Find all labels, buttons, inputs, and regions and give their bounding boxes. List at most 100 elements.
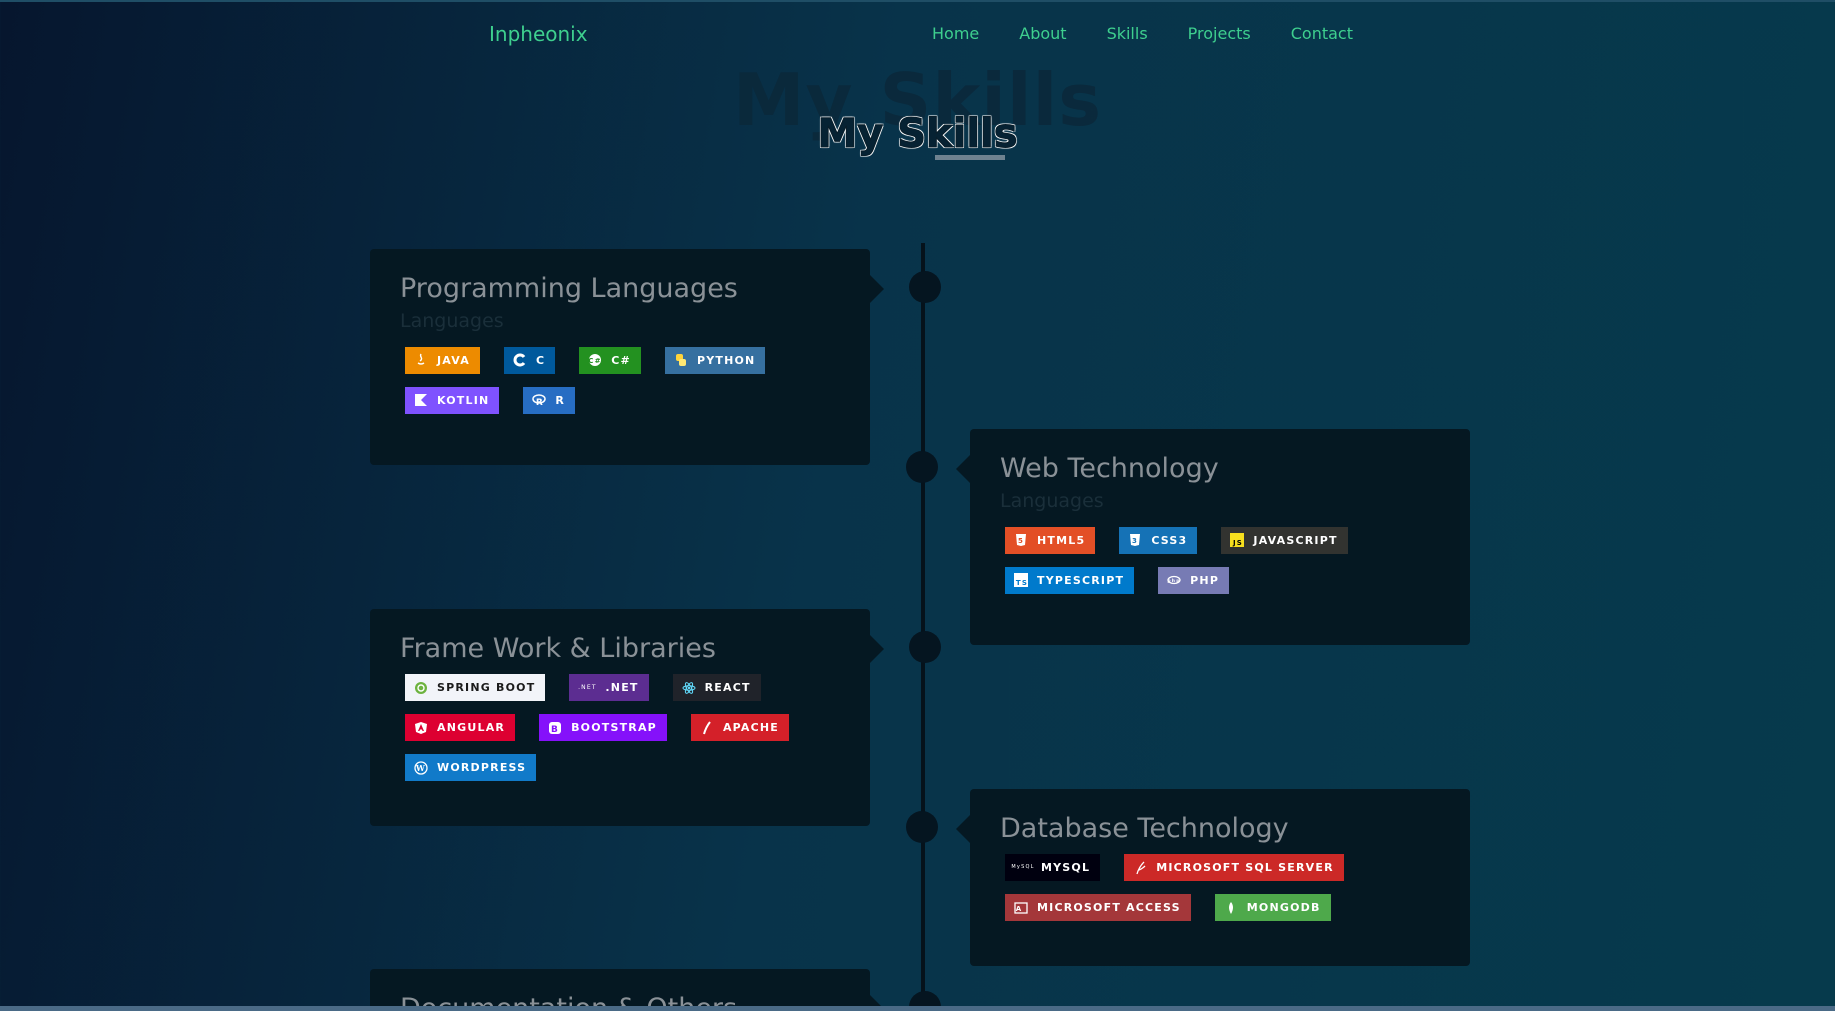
nav-link-projects[interactable]: Projects bbox=[1188, 24, 1251, 43]
timeline-dot bbox=[906, 451, 938, 483]
timeline-dot bbox=[906, 811, 938, 843]
badge-label: REACT bbox=[704, 681, 751, 695]
brand-logo[interactable]: Inpheonix bbox=[489, 22, 588, 46]
badge-java[interactable]: JAVA bbox=[405, 346, 480, 374]
badge-css3[interactable]: 3 CSS3 bbox=[1119, 526, 1198, 554]
apache-icon bbox=[700, 720, 714, 735]
badge-mongodb[interactable]: MONGODB bbox=[1214, 894, 1331, 922]
badge-label: APACHE bbox=[722, 721, 780, 735]
badge-label: PHP bbox=[1190, 573, 1220, 587]
c-icon bbox=[513, 353, 527, 367]
badge-label: MICROSOFT SQL SERVER bbox=[1156, 861, 1334, 875]
badge-label: PYTHON bbox=[696, 353, 756, 367]
nav-link-home[interactable]: Home bbox=[932, 24, 979, 43]
badge-react[interactable]: REACT bbox=[672, 674, 761, 702]
skills-card-web-technology: Web Technology Languages 5 HTML5 3 CSS3 … bbox=[956, 429, 1470, 645]
badge-csharp[interactable]: C# C# bbox=[579, 346, 641, 374]
badge-label: R bbox=[555, 393, 566, 407]
r-icon: R bbox=[532, 393, 547, 407]
badge-kotlin[interactable]: KOTLIN bbox=[405, 386, 500, 414]
badge-list: 5 HTML5 3 CSS3 JS JAVASCRIPT TS TYPESCRI… bbox=[1000, 526, 1440, 607]
badge-label: CSS3 bbox=[1151, 533, 1188, 547]
javascript-icon: JS bbox=[1230, 533, 1245, 548]
skills-card-programming-languages: Programming Languages Languages JAVA C C… bbox=[370, 249, 884, 465]
spring-icon bbox=[414, 681, 428, 695]
nav-link-skills[interactable]: Skills bbox=[1107, 24, 1148, 43]
css3-icon: 3 bbox=[1128, 533, 1142, 547]
sqlserver-icon bbox=[1133, 861, 1147, 875]
badge-dotnet[interactable]: .NET .NET bbox=[569, 674, 649, 702]
svg-text:R: R bbox=[536, 398, 544, 407]
nav-links: Home About Skills Projects Contact bbox=[932, 24, 1393, 43]
badge-wordpress[interactable]: W WORDPRESS bbox=[405, 754, 537, 782]
svg-text:A: A bbox=[1016, 905, 1023, 913]
badge-angular[interactable]: ANGULAR bbox=[405, 714, 516, 742]
bottom-border bbox=[0, 1006, 1835, 1011]
svg-text:TS: TS bbox=[1016, 579, 1028, 587]
title-underline bbox=[935, 155, 1005, 160]
badge-bootstrap[interactable]: B BOOTSTRAP bbox=[539, 714, 667, 742]
svg-text:B: B bbox=[551, 725, 559, 735]
svg-text:5: 5 bbox=[1018, 537, 1024, 545]
nav-link-contact[interactable]: Contact bbox=[1291, 24, 1353, 43]
mongodb-icon bbox=[1224, 901, 1238, 915]
badge-label: MONGODB bbox=[1246, 901, 1321, 915]
badge-ms-access[interactable]: A MICROSOFT ACCESS bbox=[1005, 894, 1191, 922]
timeline-line bbox=[921, 243, 925, 1011]
badge-list: JAVA C C# C# PYTHON KOTLIN R R bbox=[400, 346, 840, 427]
section-title: My Skills bbox=[817, 111, 1018, 157]
badge-label: KOTLIN bbox=[437, 393, 490, 407]
navbar: Inpheonix Home About Skills Projects Con… bbox=[0, 0, 1835, 66]
badge-php[interactable]: php PHP bbox=[1158, 566, 1230, 594]
badge-label: C# bbox=[611, 353, 631, 367]
badge-label: ANGULAR bbox=[437, 721, 506, 735]
csharp-icon: C# bbox=[588, 353, 602, 367]
card-title: Frame Work & Libraries bbox=[400, 633, 716, 664]
mysql-icon: MySQL bbox=[1011, 864, 1035, 871]
svg-text:php: php bbox=[1168, 578, 1181, 584]
badge-javascript[interactable]: JS JAVASCRIPT bbox=[1221, 526, 1348, 554]
badge-list: MySQL MYSQL MICROSOFT SQL SERVER A MICRO… bbox=[1000, 854, 1440, 934]
timeline-dot bbox=[909, 271, 941, 303]
card-title: Web Technology bbox=[1000, 453, 1219, 484]
badge-r[interactable]: R R bbox=[523, 386, 576, 414]
card-title: Database Technology bbox=[1000, 813, 1289, 844]
card-title: Programming Languages bbox=[400, 273, 738, 304]
skills-card-database-technology: Database Technology MySQL MYSQL MICROSOF… bbox=[956, 789, 1470, 966]
svg-text:C#: C# bbox=[589, 357, 602, 365]
badge-label: WORDPRESS bbox=[437, 761, 527, 775]
php-icon: php bbox=[1167, 573, 1181, 587]
wordpress-icon: W bbox=[414, 760, 428, 775]
badge-label: TYPESCRIPT bbox=[1037, 573, 1125, 587]
badge-typescript[interactable]: TS TYPESCRIPT bbox=[1005, 566, 1135, 594]
svg-text:W: W bbox=[415, 763, 426, 773]
svg-text:3: 3 bbox=[1132, 537, 1138, 545]
typescript-icon: TS bbox=[1014, 573, 1028, 588]
badge-html5[interactable]: 5 HTML5 bbox=[1005, 526, 1096, 554]
badge-label: SPRING BOOT bbox=[437, 681, 536, 695]
badge-label: MYSQL bbox=[1041, 861, 1091, 875]
badge-apache[interactable]: APACHE bbox=[690, 714, 790, 742]
react-icon bbox=[682, 681, 696, 695]
badge-python[interactable]: PYTHON bbox=[664, 346, 766, 374]
card-subtitle: Languages bbox=[400, 310, 504, 333]
badge-spring-boot[interactable]: SPRING BOOT bbox=[405, 674, 546, 702]
badge-sql-server[interactable]: MICROSOFT SQL SERVER bbox=[1124, 854, 1344, 882]
python-icon bbox=[674, 353, 688, 367]
badge-label: .NET bbox=[605, 681, 639, 695]
badge-c[interactable]: C bbox=[503, 346, 556, 374]
badge-mysql[interactable]: MySQL MYSQL bbox=[1005, 854, 1101, 882]
skills-card-documentation-others: Documentation & Others bbox=[370, 969, 884, 1011]
badge-label: C bbox=[535, 353, 546, 367]
badge-label: JAVASCRIPT bbox=[1253, 533, 1338, 547]
angular-icon bbox=[414, 721, 428, 735]
badge-label: BOOTSTRAP bbox=[571, 721, 657, 735]
svg-text:JS: JS bbox=[1232, 539, 1243, 547]
kotlin-icon bbox=[414, 393, 428, 407]
bootstrap-icon: B bbox=[548, 721, 562, 735]
badge-label: MICROSOFT ACCESS bbox=[1037, 901, 1181, 915]
skills-card-frameworks-libraries: Frame Work & Libraries SPRING BOOT .NET … bbox=[370, 609, 884, 826]
badge-label: JAVA bbox=[437, 353, 470, 367]
nav-link-about[interactable]: About bbox=[1019, 24, 1066, 43]
badge-label: HTML5 bbox=[1037, 533, 1086, 547]
